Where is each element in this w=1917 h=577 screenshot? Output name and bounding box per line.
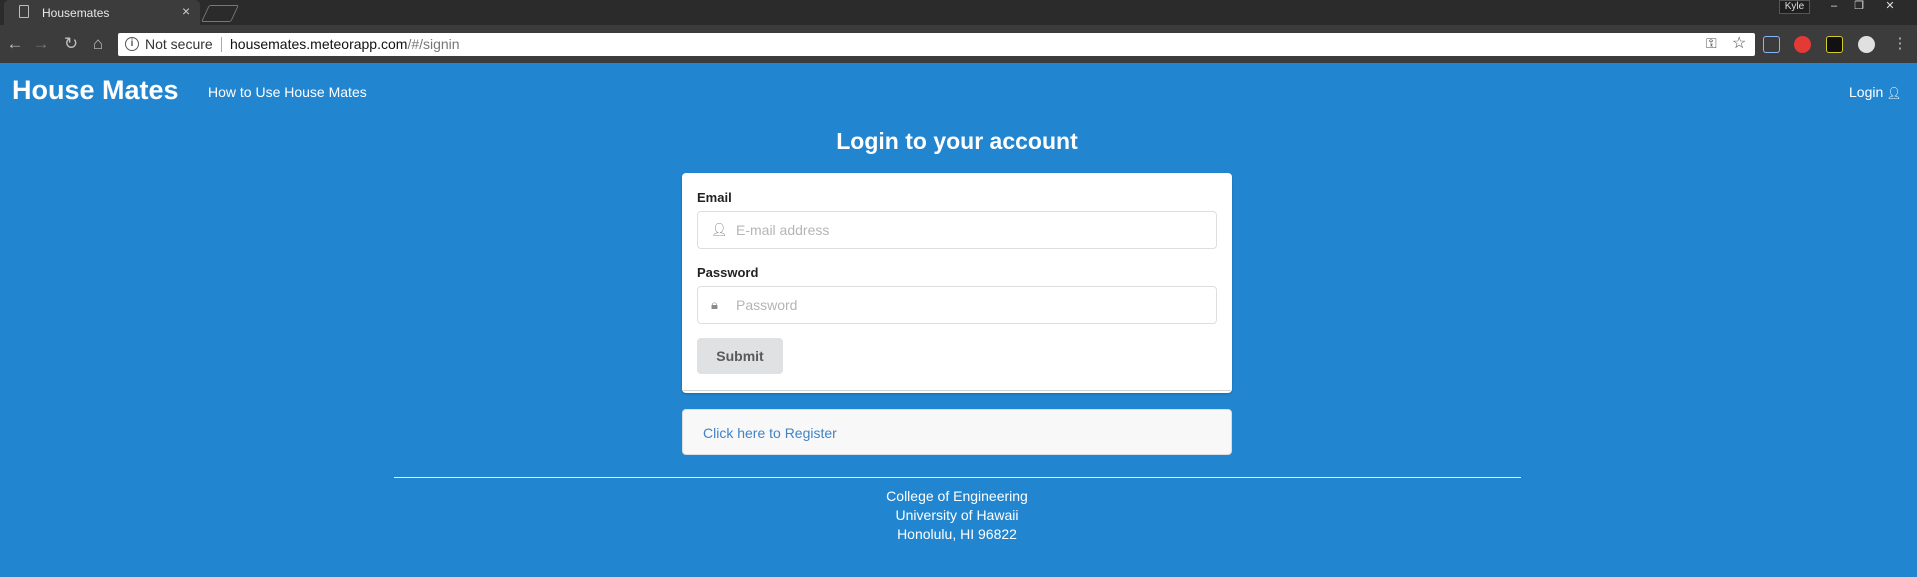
tab-title: Housemates — [42, 6, 110, 20]
home-icon[interactable]: ⌂ — [88, 34, 108, 54]
browser-menu-icon[interactable]: ⋮ — [1890, 34, 1910, 54]
register-link[interactable]: Click here to Register — [703, 425, 837, 441]
form-divider — [682, 390, 1232, 391]
restore-button[interactable]: ❐ — [1847, 0, 1871, 14]
browser-toolbar: ← → ↻ ⌂ i Not secure housemates.meteorap… — [0, 25, 1917, 63]
user-icon: 👤︎ — [711, 222, 728, 237]
brand-logo[interactable]: House Mates — [12, 75, 179, 106]
footer-college: College of Engineering — [886, 488, 1028, 504]
lock-icon: 🔒︎ — [711, 297, 718, 312]
browser-titlebar: Housemates × Kyle – ❐ ✕ — [0, 0, 1917, 25]
address-divider — [221, 37, 222, 52]
how-to-use-link[interactable]: How to Use House Mates — [208, 84, 367, 100]
email-input[interactable] — [736, 212, 1206, 248]
footer-divider — [394, 477, 1521, 478]
login-form: Email 👤︎ Password 🔒︎ Submit — [682, 173, 1232, 393]
password-input[interactable] — [736, 287, 1206, 323]
new-tab-button[interactable] — [201, 5, 239, 22]
extension-pen-icon[interactable] — [1763, 36, 1780, 53]
close-window-button[interactable]: ✕ — [1878, 0, 1902, 14]
profile-button[interactable]: Kyle — [1779, 0, 1810, 14]
info-icon[interactable]: i — [125, 37, 139, 51]
url-path: /#/signin — [407, 36, 460, 52]
key-icon[interactable]: ⚿ — [1706, 35, 1717, 52]
minimize-button[interactable]: – — [1822, 0, 1846, 14]
back-icon[interactable]: ← — [5, 34, 25, 54]
page-icon — [19, 5, 29, 18]
footer-address: Honolulu, HI 96822 — [897, 526, 1017, 542]
register-message: Click here to Register — [682, 409, 1232, 455]
footer: College of Engineering University of Haw… — [682, 487, 1232, 544]
browser-tab[interactable]: Housemates × — [4, 0, 200, 25]
forward-icon[interactable]: → — [31, 34, 51, 54]
extension-adblock-icon[interactable] — [1794, 36, 1811, 53]
user-icon: 👤︎ — [1886, 86, 1902, 100]
page-title: Login to your account — [836, 128, 1078, 154]
url-text[interactable]: housemates.meteorapp.com/#/signin — [230, 36, 460, 52]
bookmark-star-icon[interactable]: ☆ — [1732, 33, 1746, 53]
extension-circle-icon[interactable] — [1858, 36, 1875, 53]
tab-close-icon[interactable]: × — [182, 3, 190, 19]
url-host: housemates.meteorapp.com — [230, 36, 408, 52]
security-label[interactable]: Not secure — [145, 36, 213, 52]
extension-ka-icon[interactable] — [1826, 36, 1843, 53]
email-field[interactable]: 👤︎ — [697, 211, 1217, 249]
footer-university: University of Hawaii — [895, 507, 1019, 523]
password-field[interactable]: 🔒︎ — [697, 286, 1217, 324]
login-link-label: Login — [1849, 84, 1884, 100]
address-bar[interactable]: i Not secure housemates.meteorapp.com/#/… — [118, 33, 1755, 56]
reload-icon[interactable]: ↻ — [61, 34, 81, 54]
email-label: Email — [697, 190, 732, 205]
password-label: Password — [697, 265, 759, 280]
login-link[interactable]: Login 👤︎ — [1849, 84, 1902, 100]
submit-button[interactable]: Submit — [697, 338, 783, 374]
